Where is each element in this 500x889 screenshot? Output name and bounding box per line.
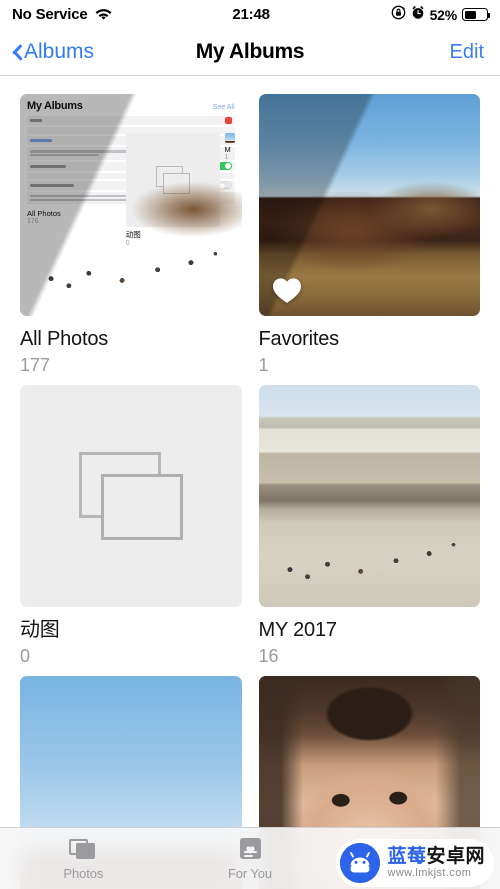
tab-for-you[interactable]: For You (167, 836, 334, 881)
album-title: Favorites (258, 327, 340, 350)
album-count: 0 (20, 645, 31, 666)
album-item-my-2017[interactable]: MY 2017 16 (258, 385, 480, 666)
album-item-favorites[interactable]: Favorites 1 (258, 94, 480, 375)
album-thumbnail: My Albums See All (20, 94, 242, 316)
watermark-url: www.lmkjst.com (387, 867, 472, 879)
back-button-label: Albums (24, 40, 95, 63)
rotation-lock-icon (391, 5, 406, 24)
alarm-clock-icon (411, 5, 425, 24)
photos-stack-icon (69, 836, 97, 862)
battery-icon (462, 8, 491, 21)
watermark-name-black: 安卓网 (426, 846, 485, 867)
album-title: MY 2017 (258, 618, 337, 641)
battery-percent-label: 52% (429, 6, 458, 23)
nested-screenshot-thumbnail: My Albums See All (20, 94, 242, 316)
album-title: 动图 (20, 618, 60, 641)
status-bar-left: No Service (12, 6, 112, 23)
android-robot-logo-icon (340, 843, 381, 883)
tab-photos[interactable]: Photos (0, 836, 167, 881)
album-thumbnail (258, 385, 480, 607)
tab-label: Photos (63, 866, 104, 881)
chevron-left-icon (8, 43, 19, 62)
album-thumbnail (258, 94, 480, 316)
albums-scroll-area[interactable]: My Albums See All (0, 76, 500, 889)
album-count: 177 (20, 354, 51, 375)
status-bar-time: 21:48 (232, 6, 270, 23)
site-watermark: 蓝莓安卓网 www.lmkjst.com (336, 839, 494, 887)
album-thumbnail (20, 385, 242, 607)
status-bar: No Service 21:48 52% (0, 0, 500, 29)
watermark-name-blue: 蓝莓 (387, 846, 427, 867)
album-count: 1 (258, 354, 269, 375)
album-item-dongtu[interactable]: 动图 0 (20, 385, 242, 666)
carrier-label: No Service (12, 6, 88, 23)
photos-app-screen: No Service 21:48 52% Albums My Albums Ed… (0, 0, 500, 889)
navigation-bar: Albums My Albums Edit (0, 29, 500, 76)
for-you-card-icon (236, 836, 264, 862)
empty-album-placeholder-icon (20, 385, 242, 607)
heart-icon (272, 277, 302, 304)
albums-grid: My Albums See All (0, 76, 500, 889)
album-count: 16 (258, 645, 279, 666)
status-bar-right: 52% (391, 5, 491, 24)
album-item-all-photos[interactable]: My Albums See All (20, 94, 242, 375)
tab-label: For You (227, 866, 273, 881)
back-button[interactable]: Albums (8, 40, 94, 64)
album-title: All Photos (20, 327, 109, 350)
wifi-icon (95, 8, 112, 21)
edit-button[interactable]: Edit (450, 41, 484, 64)
